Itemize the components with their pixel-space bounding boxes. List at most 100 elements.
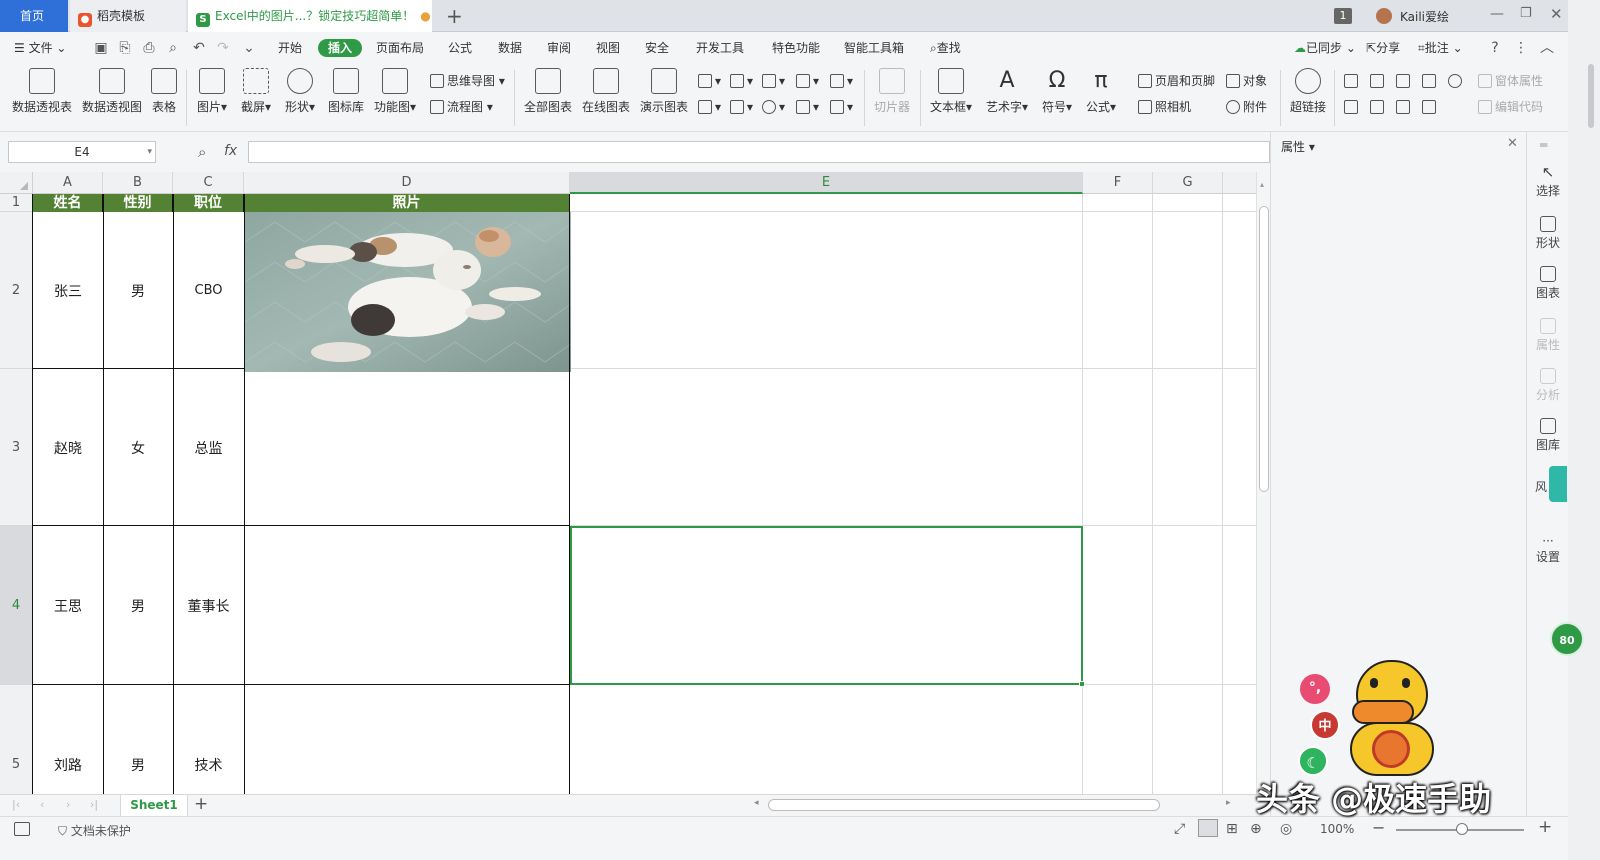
menu-developer[interactable]: 开发工具 — [696, 39, 744, 57]
ime-chinese-mode-icon[interactable]: 中 — [1310, 710, 1340, 740]
add-sheet-icon[interactable]: + — [194, 794, 208, 814]
spreadsheet-grid[interactable]: A B C D E F G 1 2 3 4 5 姓名 性别 职位 照片 张三 男… — [0, 172, 1256, 794]
collapse-ribbon-icon[interactable]: ︿ — [1538, 39, 1556, 57]
column-header-h[interactable] — [1223, 172, 1256, 194]
vertical-scroll-thumb[interactable] — [1259, 206, 1269, 492]
menu-insert[interactable]: 插入 — [318, 39, 363, 57]
menu-formula[interactable]: 公式 — [448, 39, 472, 57]
tab-docer-template[interactable]: ● 稻壳模板 — [70, 0, 186, 32]
scatter-chart-dropdown[interactable]: ▾ — [796, 98, 819, 116]
diamond-app-icon[interactable] — [1549, 466, 1567, 502]
help-icon[interactable]: ? — [1486, 39, 1504, 57]
online-chart-button[interactable]: 在线图表 — [580, 68, 632, 115]
close-panel-icon[interactable]: ✕ — [1507, 136, 1518, 151]
cell-b5[interactable]: 男 — [103, 685, 173, 794]
form-properties-button[interactable]: 窗体属性 — [1478, 72, 1543, 90]
comment-button[interactable]: ⌗批注 ⌄ — [1418, 39, 1463, 57]
pivot-table-button[interactable]: 数据透视表 — [10, 68, 74, 115]
cell-c5[interactable]: 技术 — [173, 685, 244, 794]
cell-c4[interactable]: 董事长 — [173, 526, 244, 685]
sidebar-item-settings[interactable]: ··· 设置 — [1527, 534, 1569, 565]
menu-data[interactable]: 数据 — [498, 39, 522, 57]
quick-access-dropdown-icon[interactable]: ⌄ — [240, 39, 258, 57]
menu-page-layout[interactable]: 页面布局 — [376, 39, 424, 57]
cell-b4[interactable]: 男 — [103, 526, 173, 685]
pie-chart-dropdown[interactable]: ▾ — [762, 98, 785, 116]
column-header-d[interactable]: D — [244, 172, 570, 194]
share-button[interactable]: ⇱分享 — [1366, 39, 1400, 57]
icon-library-button[interactable]: 图标库 — [326, 68, 366, 115]
flowchart-button[interactable]: 流程图 ▾ — [430, 98, 493, 116]
cell-c3[interactable]: 总监 — [173, 369, 244, 526]
demo-chart-button[interactable]: 演示图表 — [638, 68, 690, 115]
sheet-tab-sheet1[interactable]: Sheet1 — [120, 795, 188, 816]
chevron-down-icon[interactable]: ▾ — [147, 142, 152, 162]
header-footer-button[interactable]: 页眉和页脚 — [1138, 72, 1215, 90]
menu-special[interactable]: 特色功能 — [772, 39, 820, 57]
slicer-button[interactable]: 切片器 — [872, 68, 912, 115]
redo-icon[interactable]: ↷ — [214, 39, 232, 57]
selected-cell-e4[interactable] — [570, 526, 1083, 685]
sidebar-collapse-icon[interactable]: ═ — [1540, 138, 1547, 152]
close-icon[interactable]: ✕ — [1550, 5, 1563, 23]
menu-search[interactable]: ⌕查找 — [930, 39, 961, 57]
function-chart-button[interactable]: 功能图▾ — [372, 68, 418, 115]
zoom-out-icon[interactable]: − — [1372, 818, 1385, 837]
header-gender[interactable]: 性别 — [103, 194, 173, 212]
zoom-lens-icon[interactable]: ⌕ — [198, 143, 206, 161]
button-control[interactable] — [1396, 72, 1413, 90]
kitten-photo[interactable] — [245, 212, 571, 372]
print-preview-icon[interactable]: ⌕ — [164, 39, 182, 57]
header-name[interactable]: 姓名 — [33, 194, 103, 212]
new-tab-button[interactable]: + — [446, 4, 463, 28]
sync-button[interactable]: ☁已同步 ⌄ — [1294, 39, 1356, 57]
pivot-chart-button[interactable]: 数据透视图 — [80, 68, 144, 115]
ime-punctuation-icon[interactable]: °, — [1300, 674, 1330, 704]
column-header-a[interactable]: A — [33, 172, 103, 194]
scroll-left-icon[interactable]: ◂ — [754, 798, 759, 808]
cell-a3[interactable]: 赵晓 — [33, 369, 103, 526]
menu-review[interactable]: 审阅 — [547, 39, 571, 57]
cell-a4[interactable]: 王思 — [33, 526, 103, 685]
row-header-3[interactable]: 3 — [0, 369, 33, 526]
horizontal-scroll-thumb[interactable] — [768, 799, 1160, 811]
bar-chart-dropdown[interactable]: ▾ — [730, 72, 753, 90]
formula-button[interactable]: π 公式▾ — [1084, 68, 1118, 115]
row-header-2[interactable]: 2 — [0, 212, 33, 369]
protect-status[interactable]: ⛉ 文档未保护 — [58, 822, 131, 839]
save-icon[interactable]: ▣ — [92, 39, 110, 57]
minimize-icon[interactable]: — — [1490, 6, 1504, 22]
tab-document[interactable]: S Excel中的图片...？锁定技巧超简单！ ● — [188, 0, 432, 32]
column-header-e[interactable]: E — [570, 172, 1083, 194]
page-layout-view-icon[interactable]: ⊞ — [1226, 821, 1238, 837]
sheet-nav-last-icon[interactable]: ›| — [90, 798, 98, 811]
sheet-nav-prev-icon[interactable]: ‹ — [40, 798, 44, 811]
attachment-button[interactable]: 附件 — [1226, 98, 1267, 116]
scrollbar-control[interactable] — [1396, 98, 1413, 116]
ime-moon-icon[interactable]: ☾ — [1298, 746, 1328, 776]
tab-home[interactable]: 首页 — [0, 0, 68, 32]
cell-c2[interactable]: CBO — [173, 212, 244, 369]
combobox-control[interactable] — [1370, 98, 1387, 116]
row-header-5[interactable]: 5 — [0, 685, 33, 794]
screenshot-button[interactable]: 截屏▾ — [238, 68, 274, 115]
undo-icon[interactable]: ↶ — [190, 39, 208, 57]
column-header-c[interactable]: C — [173, 172, 244, 194]
name-box[interactable]: E4 ▾ — [8, 141, 156, 163]
sidebar-item-analysis[interactable]: 分析 — [1527, 368, 1569, 403]
sidebar-item-gallery[interactable]: 图库 — [1527, 418, 1569, 453]
cell-b2[interactable]: 男 — [103, 212, 173, 369]
zoom-slider-handle[interactable] — [1456, 823, 1468, 835]
line-chart-dropdown[interactable]: ▾ — [762, 72, 785, 90]
sidebar-item-chart[interactable]: 图表 — [1527, 266, 1569, 301]
row-header-1[interactable]: 1 — [0, 194, 33, 212]
camera-button[interactable]: 照相机 — [1138, 98, 1191, 116]
column-header-g[interactable]: G — [1153, 172, 1223, 194]
sidebar-item-select[interactable]: ↖ 选择 — [1527, 164, 1569, 199]
cell-b3[interactable]: 女 — [103, 369, 173, 526]
menu-smart-tools[interactable]: 智能工具箱 — [844, 39, 904, 57]
row-header-4[interactable]: 4 — [0, 526, 33, 685]
cell-a2[interactable]: 张三 — [33, 212, 103, 369]
textbox-button[interactable]: 文本框▾ — [928, 68, 974, 115]
area-chart-dropdown[interactable]: ▾ — [830, 72, 853, 90]
